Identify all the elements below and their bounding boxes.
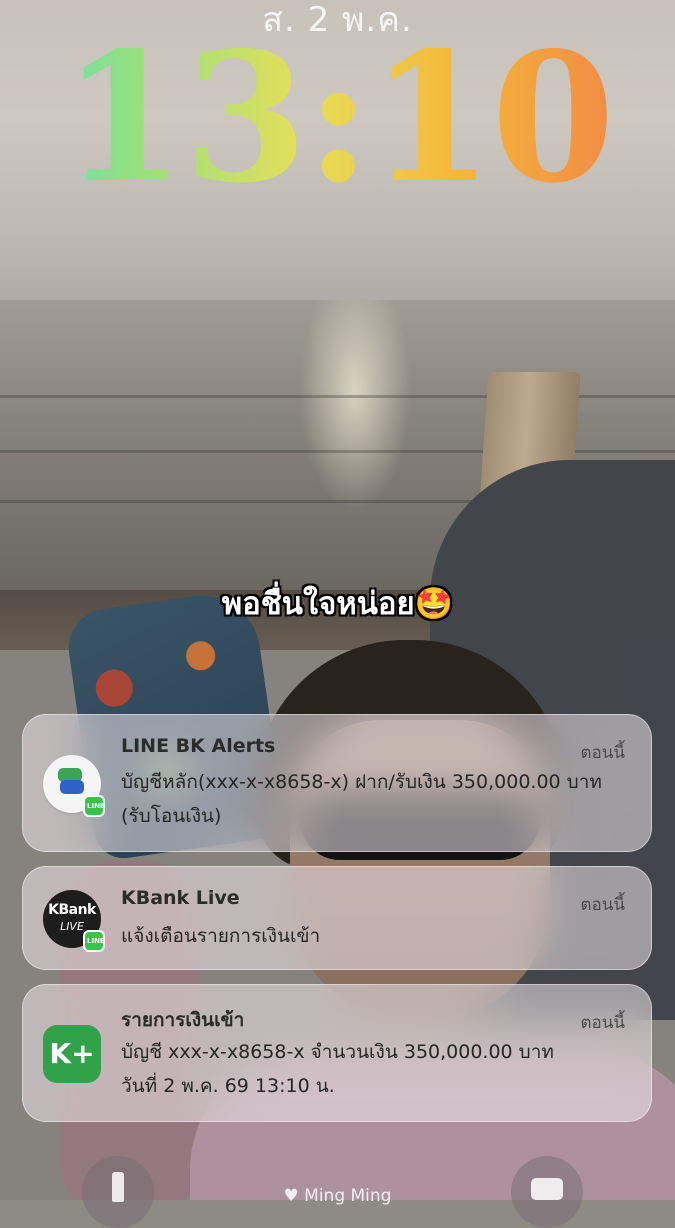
camera-button[interactable]: [511, 1156, 583, 1228]
notification-kbank-live[interactable]: KBank LIVE LINE KBank Live ตอนนี้ แจ้งเต…: [22, 866, 652, 970]
k-plus-icon: K+: [43, 1025, 101, 1083]
notification-kplus[interactable]: K+ รายการเงินเข้า ตอนนี้ บัญชี xxx-x-x86…: [22, 984, 652, 1122]
notification-app-name: รายการเงินเข้า: [121, 1009, 245, 1031]
line-bk-icon: LINE: [43, 755, 105, 817]
notification-time: ตอนนี้: [580, 895, 626, 915]
notification-time: ตอนนี้: [580, 743, 626, 763]
notification-app-name: LINE BK Alerts: [121, 735, 276, 757]
notification-line-bk[interactable]: LINE LINE BK Alerts ตอนนี้ บัญชีหลัก(xxx…: [22, 714, 652, 852]
lockscreen-clock: 13:10: [0, 18, 675, 218]
story-caption: พอชื่นใจหน่อย🤩: [221, 586, 454, 622]
notification-time: ตอนนี้: [580, 1013, 626, 1033]
notification-message: แจ้งเตือนรายการเงินเข้า: [121, 925, 321, 947]
line-badge-icon: LINE: [83, 930, 105, 952]
line-badge-icon: LINE: [83, 795, 105, 817]
notification-app-name: KBank Live: [121, 887, 240, 909]
notification-message-line-2: วันที่ 2 พ.ค. 69 13:10 น.: [121, 1075, 335, 1097]
kbank-live-icon: KBank LIVE LINE: [43, 890, 105, 952]
camera-icon: [531, 1178, 563, 1200]
notification-message: บัญชีหลัก(xxx-x-x8658-x) ฝาก/รับเงิน 350…: [121, 771, 602, 827]
notification-message-line-1: บัญชี xxx-x-x8658-x จำนวนเงิน 350,000.00…: [121, 1041, 554, 1063]
